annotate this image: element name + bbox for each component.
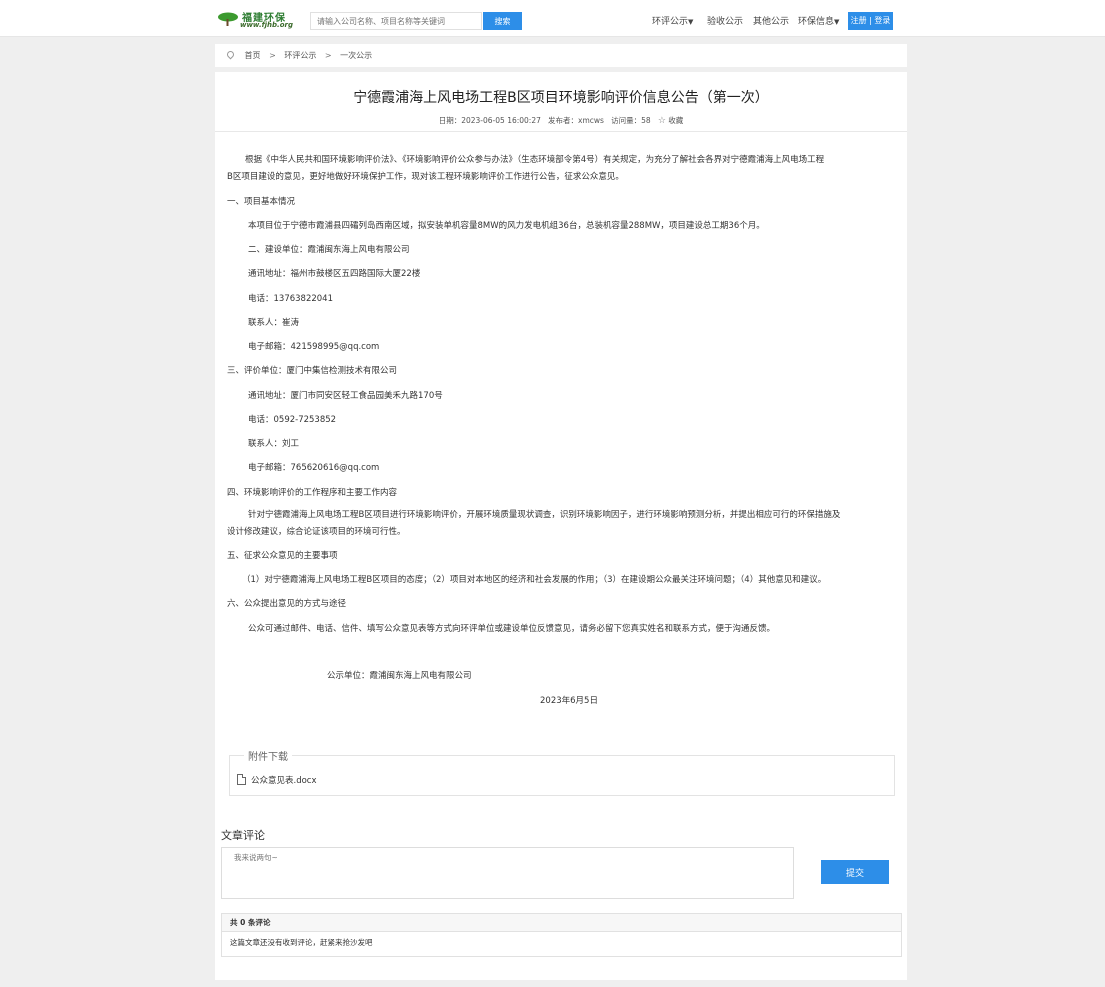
title-divider (215, 131, 907, 132)
breadcrumb-current: 一次公示 (340, 51, 373, 60)
section-heading: 四、环境影响评价的工作程序和主要工作内容 (227, 488, 398, 498)
article-title: 宁德霞浦海上风电场工程B区项目环境影响评价信息公告（第一次） (353, 90, 769, 106)
site-logo[interactable]: 福建环保 www.fjhb.org (216, 8, 296, 32)
body-paragraph: （1）对宁德霞浦海上风电场工程B区项目的态度；（2）项目对本地区的经济和社会发展… (242, 575, 827, 585)
location-pin-icon (225, 49, 236, 60)
comment-textarea[interactable] (221, 847, 794, 899)
body-paragraph: 电话：0592-7253852 (248, 415, 337, 425)
section-heading: 二、建设单位：霞浦闽东海上风电有限公司 (248, 245, 410, 255)
attachments-box (229, 755, 895, 796)
favorite-label: 收藏 (668, 116, 684, 125)
body-paragraph: 公众可通过邮件、电话、信件、填写公众意见表等方式向环评单位或建设单位反馈意见，请… (248, 624, 776, 634)
auth-buttons: 注册 | 登录 (848, 12, 893, 30)
breadcrumb: 首页 > 环评公示 > 一次公示 (215, 44, 907, 67)
body-paragraph: 电子邮箱：765620616@qq.com (248, 463, 380, 473)
body-paragraph: 通讯地址：福州市鼓楼区五四路国际大厦22楼 (248, 269, 421, 279)
nav-other-notices[interactable]: 其他公示 (753, 14, 789, 27)
attachment-file-name: 公众意见表.docx (251, 776, 317, 786)
submit-comment-button[interactable]: 提交 (821, 860, 889, 884)
nav-env-info-label: 环保信息 (798, 17, 835, 27)
caret-down-icon: ▼ (688, 18, 694, 26)
comments-list: 共 0 条评论 这篇文章还没有收到评论，赶紧来抢沙发吧 (221, 913, 902, 957)
section-heading: 三、评价单位：厦门中集信检测技术有限公司 (227, 366, 398, 376)
body-paragraph: B区项目建设的意见，更好地做好环境保护工作，现对该工程环境影响评价工作进行公告，… (227, 172, 624, 182)
nav-env-info[interactable]: 环保信息▼ (798, 14, 839, 27)
comments-title: 文章评论 (221, 829, 265, 842)
attachments-legend: 附件下载 (244, 748, 292, 763)
search-input[interactable] (310, 12, 482, 30)
views-count: 58 (641, 116, 651, 125)
body-paragraph: 设计修改建议，综合论证该项目的环境可行性。 (227, 527, 406, 537)
views-label: 访问量： (611, 116, 642, 125)
notice-date: 2023年6月5日 (540, 696, 598, 706)
section-heading: 五、征求公众意见的主要事项 (227, 551, 338, 561)
article-panel: 宁德霞浦海上风电场工程B区项目环境影响评价信息公告（第一次） 日期：2023-0… (215, 72, 907, 980)
nav-eia-notices-label: 环评公示 (652, 17, 689, 27)
body-paragraph: 通讯地址：厦门市同安区轻工食品园美禾九路170号 (248, 391, 443, 401)
section-heading: 六、公众提出意见的方式与途径 (227, 599, 347, 609)
nav-eia-notices[interactable]: 环评公示▼ (652, 14, 693, 27)
nav-acceptance-notices[interactable]: 验收公示 (707, 14, 743, 27)
breadcrumb-eia[interactable]: 环评公示 (284, 51, 316, 60)
tree-logo-icon (218, 12, 238, 26)
caret-down-icon: ▼ (834, 18, 840, 26)
nav-acceptance-notices-label: 验收公示 (707, 17, 744, 27)
body-paragraph: 联系人：刘工 (248, 439, 300, 449)
body-paragraph: 针对宁德霞浦海上风电场工程B区项目进行环境影响评价，开展环境质量现状调查，识别环… (248, 510, 841, 520)
document-icon (237, 774, 246, 785)
login-link[interactable]: 登录 (874, 16, 890, 25)
breadcrumb-separator: > (324, 51, 332, 60)
top-bar: 福建环保 www.fjhb.org 搜索 环评公示▼ 验收公示 其他公示 环保信… (0, 0, 1105, 37)
body-paragraph: 根据《中华人民共和国环境影响评价法》、《环境影响评价公众参与办法》（生态环境部令… (245, 155, 825, 165)
article-meta: 日期：2023-06-05 16:00:27 发布者：xmcws 访问量：58 … (215, 115, 907, 126)
register-link[interactable]: 注册 (851, 16, 867, 25)
breadcrumb-separator: > (269, 51, 276, 60)
notice-unit: 公示单位：霞浦闽东海上风电有限公司 (327, 671, 472, 681)
section-heading: 一、项目基本情况 (227, 197, 296, 207)
date-label: 日期： (438, 116, 462, 125)
body-paragraph: 联系人：崔涛 (248, 318, 300, 328)
body-paragraph: 电话：13763822041 (248, 294, 333, 304)
nav-other-notices-label: 其他公示 (753, 17, 790, 27)
publish-date: 2023-06-05 16:00:27 (461, 116, 541, 125)
body-paragraph: 电子邮箱：421598995@qq.com (248, 342, 380, 352)
body-paragraph: 本项目位于宁德市霞浦县四礵列岛西南区域，拟安装单机容量8MW的风力发电机组36台… (248, 221, 765, 231)
favorite-button[interactable]: ☆ 收藏 (657, 116, 684, 126)
search-button[interactable]: 搜索 (483, 12, 522, 30)
comments-empty-message: 这篇文章还没有收到评论，赶紧来抢沙发吧 (230, 938, 373, 947)
comments-count: 共 0 条评论 (222, 914, 901, 932)
breadcrumb-home[interactable]: 首页 (245, 51, 261, 60)
star-icon: ☆ (657, 116, 666, 126)
publisher-label: 发布者： (548, 116, 579, 125)
logo-url-text: www.fjhb.org (240, 21, 293, 29)
attachment-file-link[interactable]: 公众意见表.docx (237, 774, 317, 786)
publisher-name: xmcws (578, 116, 604, 125)
